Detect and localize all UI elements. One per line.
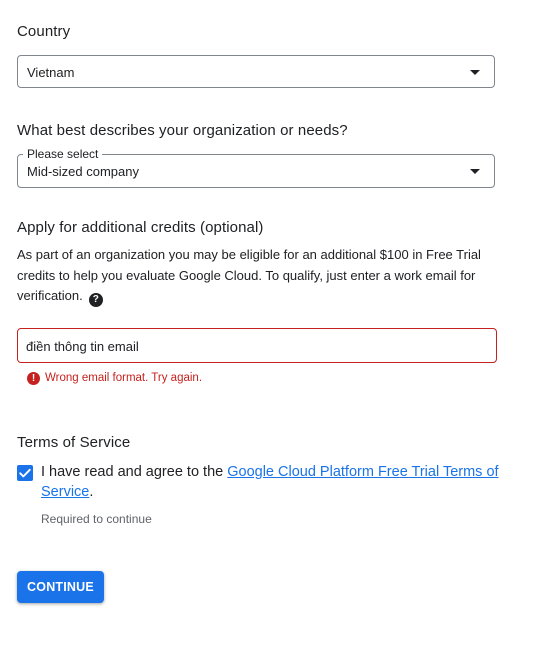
email-error-message: Wrong email format. Try again. xyxy=(45,372,203,384)
terms-agreement: I have read and agree to the Google Clou… xyxy=(41,462,501,502)
dropdown-arrow-icon xyxy=(470,169,480,174)
organization-select-value: Mid-sized company xyxy=(27,164,139,179)
country-label: Country xyxy=(17,23,71,40)
organization-label: What best describes your organization or… xyxy=(17,122,348,139)
country-select[interactable]: Vietnam xyxy=(17,55,495,88)
terms-checkbox[interactable] xyxy=(17,465,33,481)
continue-button[interactable]: CONTINUE xyxy=(17,571,104,603)
terms-title: Terms of Service xyxy=(17,434,131,451)
error-icon: ! xyxy=(27,372,40,385)
credits-description-text: As part of an organization you may be el… xyxy=(17,247,481,303)
dropdown-arrow-icon xyxy=(470,70,480,75)
checkmark-icon xyxy=(19,468,31,478)
help-icon[interactable]: ? xyxy=(88,293,103,307)
credits-title: Apply for additional credits (optional) xyxy=(17,219,264,236)
organization-floating-label: Please select xyxy=(23,147,103,161)
work-email-input[interactable] xyxy=(26,336,486,356)
organization-select[interactable]: Please select Mid-sized company xyxy=(17,147,495,188)
terms-period: . xyxy=(89,484,94,500)
terms-agree-text: I have read and agree to the xyxy=(41,464,228,480)
terms-required-hint: Required to continue xyxy=(41,512,152,526)
credits-description: As part of an organization you may be el… xyxy=(17,245,495,307)
country-select-value: Vietnam xyxy=(27,65,75,80)
work-email-field[interactable] xyxy=(17,328,497,363)
